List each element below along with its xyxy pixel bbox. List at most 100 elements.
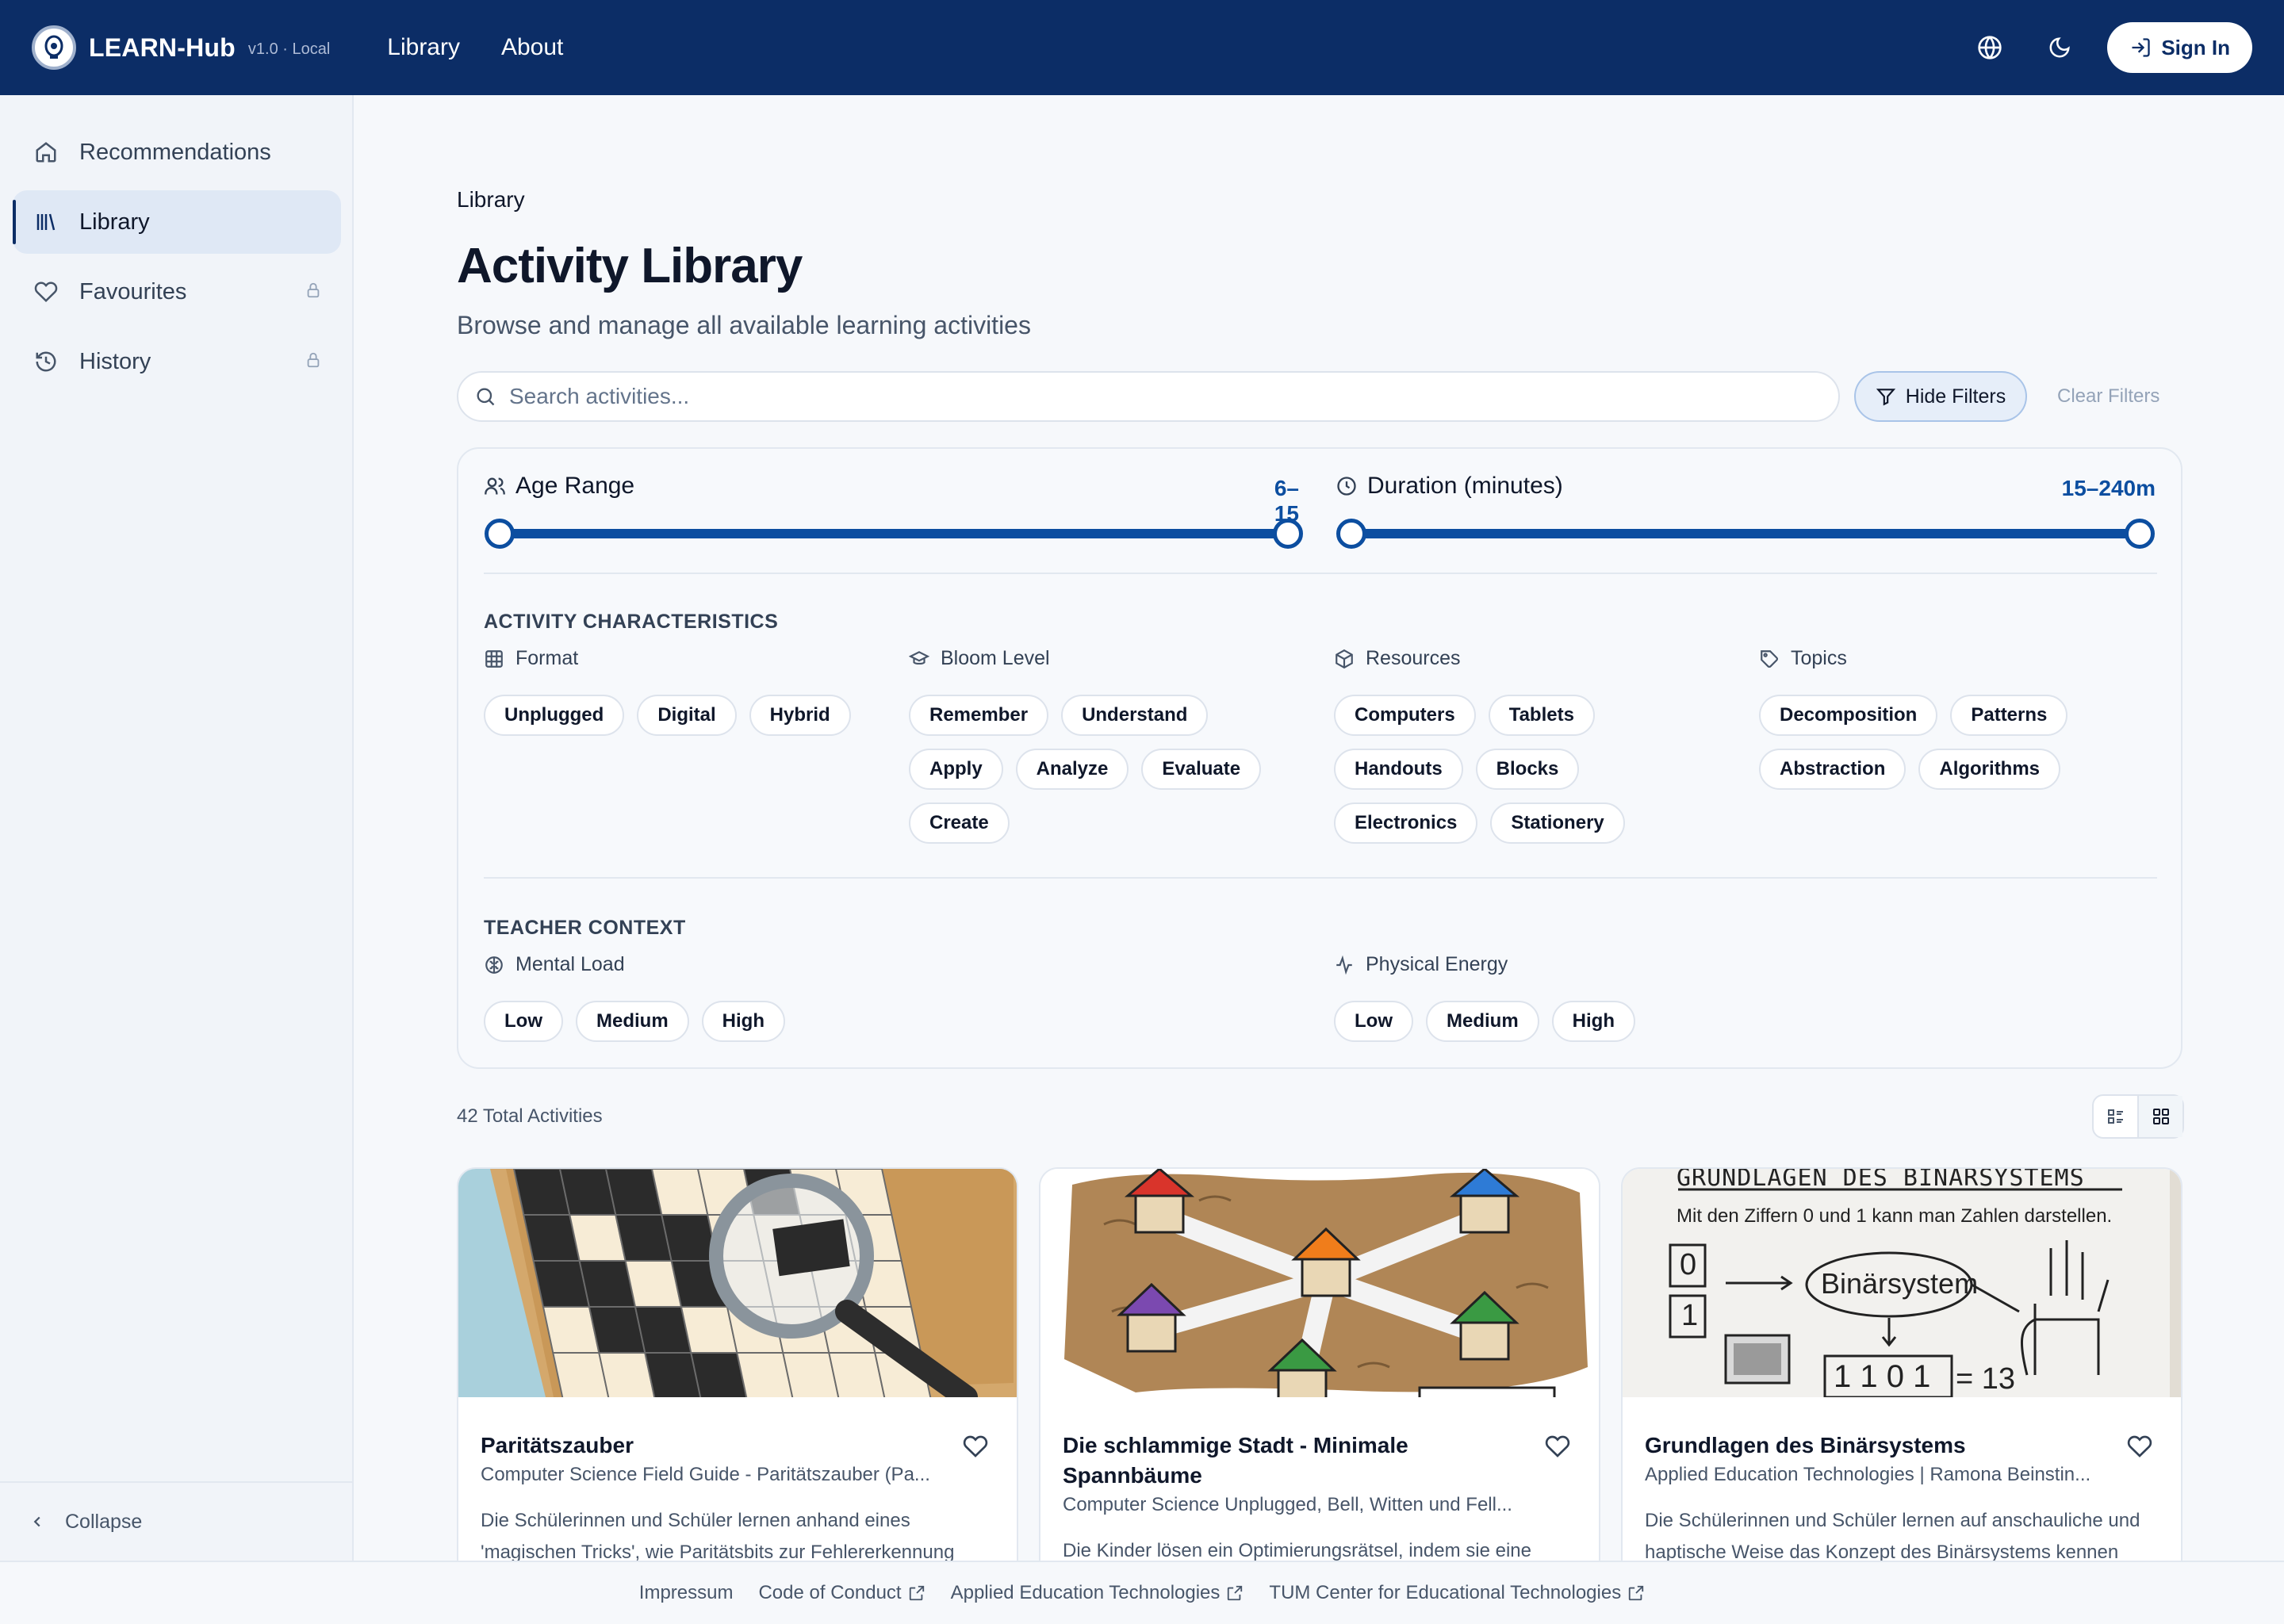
card-thumbnail: GRUNDLAGEN DES BINÄRSYSTEMS Mit den Ziff… [1623, 1169, 2181, 1397]
chip-bloom-apply[interactable]: Apply [909, 749, 1003, 790]
format-label: Format [515, 647, 579, 669]
duration-max-handle[interactable] [2125, 519, 2155, 549]
activity-card[interactable]: GRUNDLAGEN DES BINÄRSYSTEMS Mit den Ziff… [1621, 1167, 2182, 1561]
nav-library-link[interactable]: Library [387, 34, 460, 61]
theme-toggle-button[interactable] [2037, 25, 2082, 70]
chip-topic-abstraction[interactable]: Abstraction [1759, 749, 1907, 790]
age-range-label: Age Range [515, 473, 635, 499]
mental-load-label: Mental Load [515, 953, 625, 975]
thumb-result: = 13 [1956, 1362, 2016, 1396]
grid-view-icon [2152, 1109, 2169, 1124]
chip-mental-high[interactable]: High [701, 1001, 785, 1042]
chip-physical-high[interactable]: High [1551, 1001, 1635, 1042]
chip-mental-medium[interactable]: Medium [576, 1001, 689, 1042]
chip-bloom-understand[interactable]: Understand [1061, 695, 1209, 736]
grid-view-button[interactable] [2137, 1096, 2182, 1137]
chip-format-digital[interactable]: Digital [637, 695, 737, 736]
topics-label: Topics [1791, 647, 1847, 669]
divider [484, 877, 2157, 879]
footer-link-code-of-conduct[interactable]: Code of Conduct [758, 1582, 925, 1604]
duration-min-handle[interactable] [1336, 519, 1366, 549]
footer-link-label: TUM Center for Educational Technologies [1269, 1582, 1622, 1603]
chip-resource-stationery[interactable]: Stationery [1490, 802, 1625, 844]
age-range-header: Age Range [484, 473, 634, 500]
moon-icon [2049, 37, 2071, 58]
footer-link-impressum[interactable]: Impressum [639, 1582, 734, 1604]
search-bar [457, 371, 1840, 422]
lock-icon [305, 279, 322, 305]
age-min-handle[interactable] [485, 519, 515, 549]
view-toggle [2092, 1094, 2184, 1139]
chip-topic-patterns[interactable]: Patterns [1950, 695, 2068, 736]
users-icon [485, 477, 505, 495]
favourite-heart-icon[interactable] [963, 1434, 988, 1463]
chip-bloom-remember[interactable]: Remember [909, 695, 1049, 736]
clear-filters-button[interactable]: Clear Filters [2057, 385, 2159, 408]
activity-characteristics-title: ACTIVITY CHARACTERISTICS [484, 611, 779, 633]
external-link-icon [1629, 1585, 1644, 1601]
chip-format-unplugged[interactable]: Unplugged [484, 695, 625, 736]
chip-bloom-analyze[interactable]: Analyze [1015, 749, 1129, 790]
chip-mental-low[interactable]: Low [484, 1001, 563, 1042]
sign-in-button[interactable]: Sign In [2107, 22, 2252, 73]
chip-resource-handouts[interactable]: Handouts [1334, 749, 1463, 790]
card-description: Die Schülerinnen und Schüler lernen auf … [1645, 1510, 2140, 1561]
chip-topic-decomposition[interactable]: Decomposition [1759, 695, 1938, 736]
bloom-level-header: Bloom Level [909, 647, 1050, 670]
hide-filters-button[interactable]: Hide Filters [1854, 371, 2027, 422]
top-nav: Library About [387, 34, 604, 61]
library-icon [32, 208, 60, 236]
duration-label: Duration (minutes) [1367, 473, 1563, 499]
chip-format-hybrid[interactable]: Hybrid [749, 695, 851, 736]
filter-icon [1876, 389, 1895, 406]
footer-link-tum-center[interactable]: TUM Center for Educational Technologies [1269, 1582, 1645, 1604]
thumb-line: Mit den Ziffern 0 und 1 kann man Zahlen … [1677, 1205, 2113, 1227]
activity-card[interactable]: Paritätszauber Computer Science Field Gu… [457, 1167, 1018, 1561]
search-input[interactable] [509, 384, 1778, 409]
card-thumbnail [1040, 1169, 1599, 1397]
topics-header: Topics [1759, 647, 1847, 670]
brand[interactable]: LEARN-Hub v1.0 · Local [32, 25, 330, 70]
favourite-heart-icon[interactable] [1545, 1434, 1570, 1463]
chip-bloom-create[interactable]: Create [909, 802, 1010, 844]
main-content: Library Activity Library Browse and mana… [354, 95, 2284, 1561]
package-icon [1336, 649, 1353, 668]
sidebar-item-favourites[interactable]: Favourites [13, 260, 341, 324]
breadcrumb: Library [457, 187, 525, 212]
duration-track[interactable] [1351, 529, 2140, 538]
card-title: Grundlagen des Binärsystems [1645, 1433, 1966, 1457]
chip-topic-algorithms[interactable]: Algorithms [1918, 749, 2061, 790]
age-range-track[interactable] [500, 529, 1288, 538]
chip-resource-tablets[interactable]: Tablets [1488, 695, 1595, 736]
format-header: Format [484, 647, 578, 670]
resources-header: Resources [1334, 647, 1461, 670]
activity-card[interactable]: Die schlammige Stadt - Minimale Spannbäu… [1039, 1167, 1600, 1561]
card-description: Die Kinder lösen ein Optimierungsrätsel,… [1063, 1540, 1531, 1561]
list-view-button[interactable] [2094, 1096, 2137, 1137]
bloom-level-label: Bloom Level [941, 647, 1050, 669]
duration-header: Duration (minutes) [1336, 473, 1563, 500]
chip-resource-electronics[interactable]: Electronics [1334, 802, 1478, 844]
sidebar-item-recommendations[interactable]: Recommendations [13, 121, 341, 184]
chip-resource-blocks[interactable]: Blocks [1475, 749, 1580, 790]
chip-resource-computers[interactable]: Computers [1334, 695, 1476, 736]
favourite-heart-icon[interactable] [2127, 1434, 2152, 1463]
thumb-bubble: Binärsystem [1821, 1267, 1979, 1300]
teacher-context-title: TEACHER CONTEXT [484, 917, 686, 939]
collapse-sidebar-button[interactable]: Collapse [0, 1481, 354, 1561]
format-chips: Unplugged Digital Hybrid [484, 695, 880, 736]
chip-bloom-evaluate[interactable]: Evaluate [1141, 749, 1262, 790]
sidebar-item-library[interactable]: Library [13, 190, 341, 254]
chip-physical-low[interactable]: Low [1334, 1001, 1413, 1042]
nav-about-link[interactable]: About [501, 34, 563, 61]
physical-energy-header: Physical Energy [1334, 953, 1508, 976]
sidebar-item-history[interactable]: History [13, 330, 341, 393]
globe-icon [1978, 36, 2002, 59]
external-link-icon [909, 1585, 924, 1601]
brain-icon [485, 956, 503, 974]
mental-load-header: Mental Load [484, 953, 625, 976]
footer-link-applied-education[interactable]: Applied Education Technologies [951, 1582, 1244, 1604]
chip-physical-medium[interactable]: Medium [1426, 1001, 1539, 1042]
language-button[interactable] [1968, 25, 2012, 70]
age-max-handle[interactable] [1273, 519, 1303, 549]
